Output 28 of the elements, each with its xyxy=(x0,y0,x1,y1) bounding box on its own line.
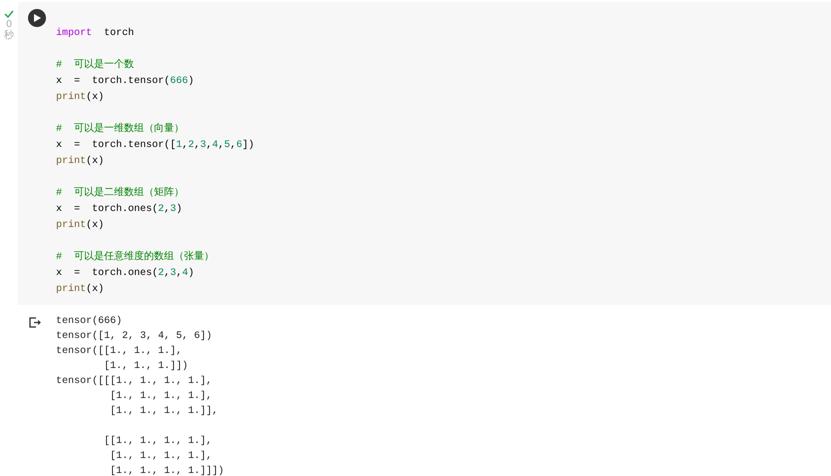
output-line: [[1., 1., 1., 1.], xyxy=(103,434,212,449)
run-duration: 0 xyxy=(6,19,12,30)
code-line: x = torch.ones(2,3,4) xyxy=(56,266,194,281)
output-line: [1., 1., 1., 1.]]]) xyxy=(109,464,224,476)
code-line: # 可以是一个数 xyxy=(56,58,134,73)
output-line: [1., 1., 1., 1.], xyxy=(109,390,212,404)
code-line: import torch xyxy=(56,26,134,41)
output-line: [1., 1., 1.]]) xyxy=(103,360,188,374)
code-line: x = torch.tensor(666) xyxy=(56,74,194,89)
code-line: # 可以是二维数组（矩阵） xyxy=(56,186,184,201)
output-line: tensor([1, 2, 3, 4, 5, 6]) xyxy=(56,330,212,344)
code-line: x = torch.tensor([1,2,3,4,5,6]) xyxy=(56,138,254,153)
output-line: [1., 1., 1., 1.]], xyxy=(109,404,218,419)
run-button[interactable] xyxy=(28,9,46,27)
duration-unit: 秒 xyxy=(4,30,14,42)
code-line: print(x) xyxy=(56,154,104,169)
output-icon xyxy=(29,317,42,328)
code-line: # 可以是任意维度的数组（张量） xyxy=(56,250,214,265)
output-line: tensor([[[1., 1., 1., 1.], xyxy=(56,374,212,389)
output-line: [1., 1., 1., 1.], xyxy=(109,450,212,464)
code-line: # 可以是一维数组（向量） xyxy=(56,122,184,137)
output-line: tensor(666) xyxy=(56,314,122,329)
code-line: print(x) xyxy=(56,90,104,105)
code-line: x = torch.ones(2,3) xyxy=(56,202,182,217)
code-line: print(x) xyxy=(56,218,104,233)
play-icon xyxy=(34,14,40,22)
output-line: tensor([[1., 1., 1.], xyxy=(56,344,182,359)
code-line: print(x) xyxy=(56,282,104,297)
